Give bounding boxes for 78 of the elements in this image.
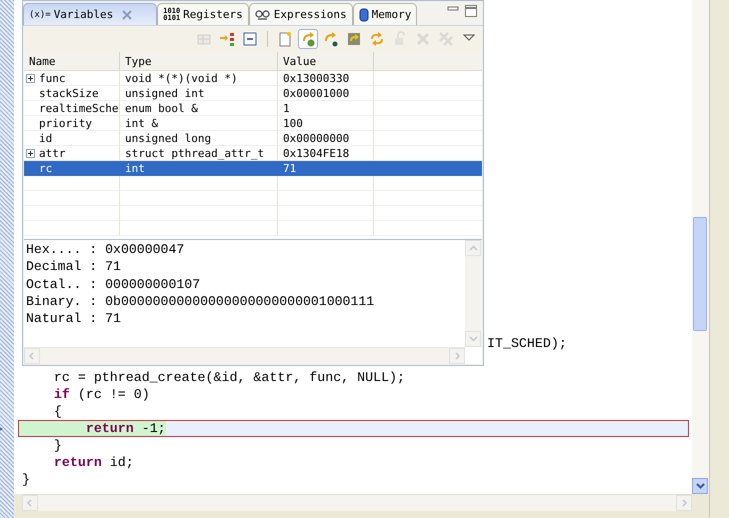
variable-value: 0x00000000 bbox=[283, 132, 350, 144]
arrow-icon bbox=[300, 31, 316, 47]
chevron-down-icon bbox=[468, 335, 478, 343]
view-tab[interactable]: (x)= Variables bbox=[23, 3, 158, 25]
chevron-right-icon bbox=[680, 499, 688, 507]
cross-icon bbox=[438, 31, 454, 47]
cylinder-icon bbox=[358, 8, 369, 22]
chevron-left-icon bbox=[26, 499, 34, 507]
variable-row[interactable]: rc int 71 bbox=[24, 161, 482, 176]
scroll-left-button[interactable] bbox=[24, 348, 40, 364]
variable-name: priority bbox=[39, 116, 92, 130]
variable-row[interactable]: stackSize unsigned int 0x00001000 bbox=[24, 86, 482, 101]
arrow-icon bbox=[323, 31, 339, 47]
code-line: } bbox=[22, 472, 30, 487]
column-header[interactable]: Type bbox=[120, 52, 278, 70]
detail-line: Natural : 71 bbox=[26, 310, 122, 328]
view-tab[interactable]: Expressions bbox=[248, 3, 353, 25]
variable-name: rc bbox=[39, 162, 52, 174]
close-icon[interactable] bbox=[122, 10, 132, 20]
code-line: return id; bbox=[52, 455, 134, 470]
chevron-up-icon bbox=[468, 244, 478, 252]
detail-line: Octal.. : 000000000107 bbox=[26, 276, 202, 293]
variable-name: func bbox=[39, 72, 66, 84]
variable-type: enum bool & bbox=[125, 102, 198, 114]
detail-line: Decimal : 71 bbox=[26, 258, 122, 276]
column-header[interactable]: Name bbox=[24, 52, 120, 70]
variable-name: realtimeSche bbox=[39, 102, 118, 114]
variable-row[interactable]: realtimeSche enum bool & 1 bbox=[24, 101, 482, 116]
detail-line: Binary. : 0b00000000000000000000000001000111 bbox=[26, 292, 376, 310]
vertical-scrollbar[interactable] bbox=[465, 240, 482, 347]
expand-icon[interactable] bbox=[26, 74, 35, 82]
variable-value: 0x1304FE18 bbox=[283, 146, 350, 160]
variable-row[interactable]: id unsigned long 0x00000000 bbox=[24, 131, 482, 146]
maximize-icon[interactable] bbox=[465, 5, 477, 17]
variable-row[interactable]: priority int & 100 bbox=[24, 116, 482, 131]
variable-type: unsigned int bbox=[125, 86, 204, 100]
detail-line: Hex.... : 0x00000047 bbox=[26, 241, 186, 258]
chevron-right-icon bbox=[453, 352, 461, 360]
expand-icon[interactable] bbox=[26, 148, 35, 158]
variable-name: id bbox=[39, 132, 52, 144]
variable-type: unsigned long bbox=[125, 132, 212, 144]
variable-name: attr bbox=[39, 146, 66, 160]
column-header[interactable]: Value bbox=[278, 52, 374, 70]
variable-value: 1 bbox=[283, 102, 290, 114]
scroll-right-button[interactable] bbox=[449, 348, 465, 364]
variable-value: 0x00001000 bbox=[283, 86, 350, 100]
scroll-down-button[interactable] bbox=[692, 478, 708, 494]
view-tab[interactable]: Memory bbox=[352, 3, 418, 25]
chevron-left-icon bbox=[28, 352, 36, 360]
scroll-up-button[interactable] bbox=[465, 240, 481, 256]
variable-type: void *(*)(void *) bbox=[125, 72, 238, 84]
variable-icon: (x)= bbox=[29, 10, 51, 20]
code-line: rc = pthread_create(&id, &attr, func, NULL); bbox=[52, 370, 406, 385]
collapse-icon bbox=[242, 31, 258, 47]
cross-icon bbox=[415, 31, 431, 47]
variable-type: int & bbox=[125, 116, 158, 130]
horizontal-scrollbar[interactable] bbox=[24, 347, 465, 364]
arrow-icon bbox=[369, 31, 385, 47]
variable-value: 100 bbox=[283, 116, 303, 130]
variable-value: 71 bbox=[283, 162, 296, 174]
vertical-scrollbar[interactable] bbox=[692, 0, 709, 494]
code-line: } bbox=[52, 438, 62, 453]
variable-type: struct pthread_attr_t bbox=[125, 146, 264, 160]
arrow-icon bbox=[219, 31, 235, 47]
code-line: { bbox=[52, 404, 62, 419]
variable-type: int bbox=[125, 162, 145, 174]
glasses-icon bbox=[254, 8, 271, 20]
chevron-down-icon bbox=[696, 482, 704, 490]
horizontal-scrollbar[interactable] bbox=[22, 494, 692, 511]
toolbar-button[interactable] bbox=[298, 29, 318, 49]
variable-value: 0x13000330 bbox=[283, 72, 350, 84]
scroll-thumb[interactable] bbox=[693, 217, 707, 331]
variable-row[interactable]: func void *(*)(void *) 0x13000330 bbox=[24, 71, 482, 86]
scroll-left-button[interactable] bbox=[22, 495, 38, 511]
code-line: if (rc != 0) bbox=[52, 387, 150, 402]
variable-name: stackSize bbox=[39, 86, 99, 100]
page-icon bbox=[277, 31, 293, 47]
code-line: IT_SCHED); bbox=[487, 336, 567, 351]
